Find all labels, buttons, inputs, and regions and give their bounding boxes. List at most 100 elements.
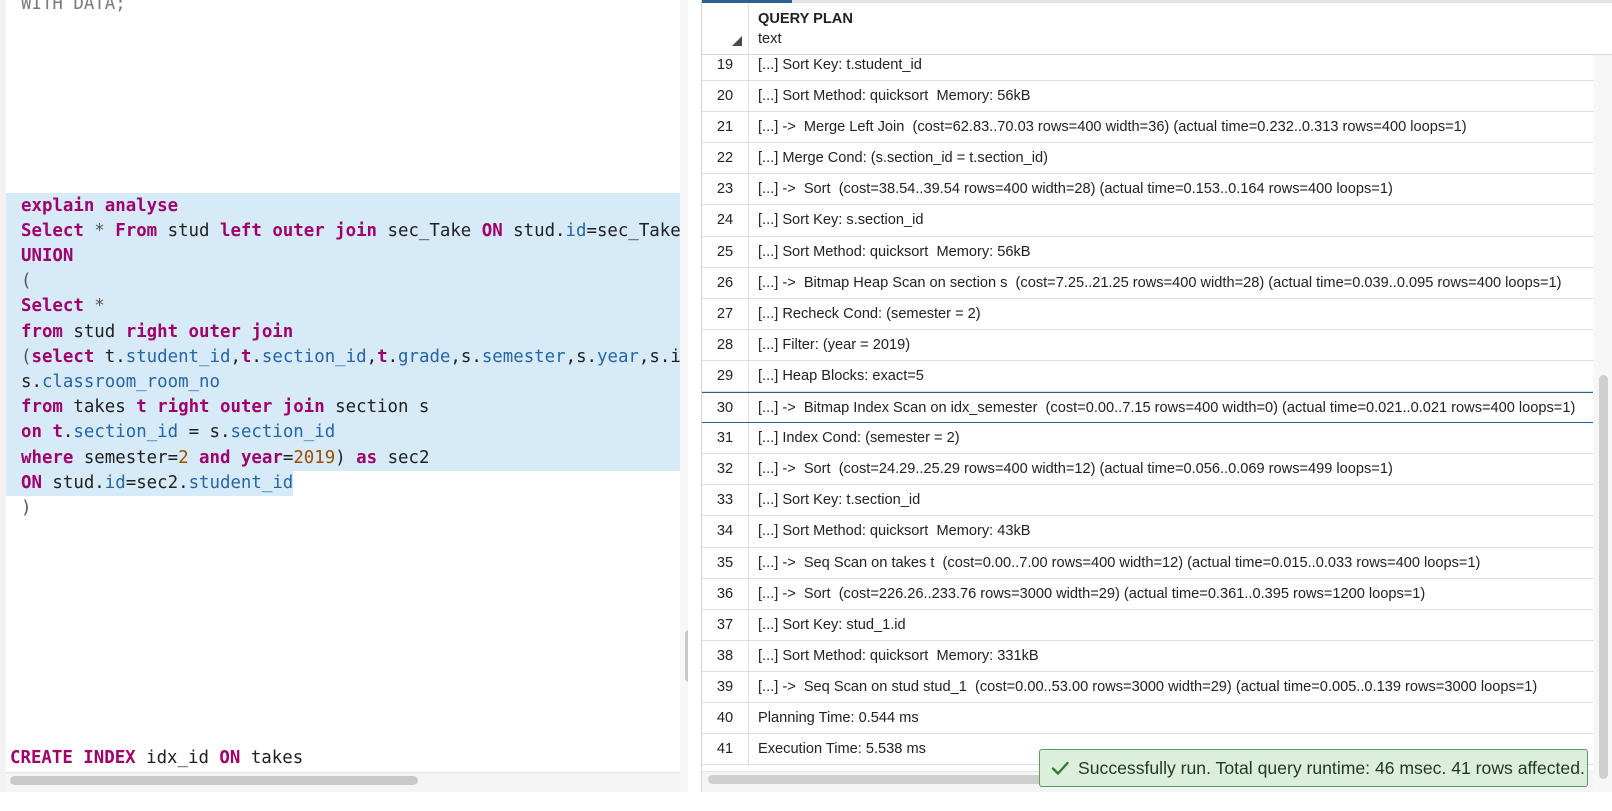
table-row[interactable]: 36 [...] -> Sort (cost=226.26..233.76 row… bbox=[702, 578, 1593, 610]
query-plan-cell[interactable]: [...] -> Bitmap Index Scan on idx_semest… bbox=[758, 393, 1575, 424]
row-number[interactable]: 39 bbox=[702, 671, 749, 702]
row-number[interactable]: 37 bbox=[702, 609, 749, 640]
table-row[interactable]: 28 [...] Filter: (year = 2019) bbox=[702, 329, 1593, 361]
row-number[interactable]: 23 bbox=[702, 174, 749, 205]
row-number[interactable]: 24 bbox=[702, 205, 749, 236]
grid-horizontal-scroll-thumb[interactable] bbox=[708, 775, 1048, 784]
row-number[interactable]: 21 bbox=[702, 112, 749, 143]
row-number[interactable]: 28 bbox=[702, 329, 749, 360]
query-plan-cell[interactable]: [...] Filter: (year = 2019) bbox=[758, 330, 910, 361]
code-line[interactable] bbox=[6, 167, 21, 193]
table-row[interactable]: 23 [...] -> Sort (cost=38.54..39.54 rows=… bbox=[702, 174, 1593, 206]
table-row[interactable]: 26 [...] -> Bitmap Heap Scan on section s… bbox=[702, 267, 1593, 299]
editor-vertical-scroll-thumb[interactable] bbox=[685, 630, 688, 682]
code-line[interactable]: on t.section_id = s.section_id bbox=[6, 419, 680, 446]
query-results-grid[interactable]: QUERY PLAN text 19 [...] Sort Key: t.stud… bbox=[701, 0, 1612, 792]
row-number[interactable]: 30 bbox=[702, 393, 749, 423]
query-plan-cell[interactable]: [...] Sort Key: t.student_id bbox=[758, 50, 922, 81]
table-row[interactable]: 22 [...] Merge Cond: (s.section_id = t.se… bbox=[702, 143, 1593, 175]
query-plan-cell[interactable]: [...] Index Cond: (semester = 2) bbox=[758, 423, 960, 454]
query-plan-cell[interactable]: [...] Sort Method: quicksort Memory: 56k… bbox=[758, 81, 1031, 112]
code-line[interactable]: Select * From stud left outer join sec_T… bbox=[6, 217, 680, 244]
query-plan-cell[interactable]: [...] -> Seq Scan on stud stud_1 (cost=0… bbox=[758, 672, 1537, 703]
row-number[interactable]: 22 bbox=[702, 143, 749, 174]
row-number[interactable]: 26 bbox=[702, 267, 749, 298]
code-line[interactable] bbox=[6, 41, 21, 67]
row-number[interactable]: 20 bbox=[702, 81, 749, 112]
query-plan-cell[interactable]: [...] Heap Blocks: exact=5 bbox=[758, 361, 924, 392]
query-plan-cell[interactable]: Planning Time: 0.544 ms bbox=[758, 703, 919, 734]
code-line[interactable]: Select * bbox=[6, 293, 680, 320]
row-number[interactable]: 25 bbox=[702, 236, 749, 267]
query-plan-cell[interactable]: [...] -> Sort (cost=226.26..233.76 rows=… bbox=[758, 579, 1425, 610]
row-number[interactable]: 36 bbox=[702, 578, 749, 609]
row-number[interactable]: 34 bbox=[702, 516, 749, 547]
query-plan-cell[interactable]: [...] Sort Key: stud_1.id bbox=[758, 610, 906, 641]
table-row[interactable]: 21 [...] -> Merge Left Join (cost=62.83..… bbox=[702, 112, 1593, 144]
row-number[interactable]: 38 bbox=[702, 640, 749, 671]
select-all-corner-icon[interactable] bbox=[732, 36, 742, 46]
grid-vertical-scroll-thumb[interactable] bbox=[1599, 375, 1608, 779]
table-row[interactable]: 30 [...] -> Bitmap Index Scan on idx_seme… bbox=[702, 392, 1593, 424]
code-line[interactable]: from takes t right outer join section s bbox=[6, 394, 680, 421]
table-row[interactable]: 39 [...] -> Seq Scan on stud stud_1 (cost… bbox=[702, 671, 1593, 703]
row-number[interactable]: 29 bbox=[702, 360, 749, 392]
row-number[interactable]: 19 bbox=[702, 50, 749, 81]
table-row[interactable]: 20 [...] Sort Method: quicksort Memory: 5… bbox=[702, 81, 1593, 113]
code-line[interactable] bbox=[6, 92, 21, 118]
table-row[interactable]: 32 [...] -> Sort (cost=24.29..25.29 rows=… bbox=[702, 454, 1593, 486]
code-line[interactable]: from stud right outer join bbox=[6, 318, 680, 345]
code-line[interactable]: ON stud.id=sec2.student_id bbox=[6, 469, 294, 496]
sql-code-area[interactable]: WITH DATA; explain analyse Select * From s… bbox=[0, 0, 680, 770]
sql-editor[interactable]: WITH DATA; explain analyse Select * From s… bbox=[0, 0, 688, 811]
code-line[interactable]: UNION bbox=[6, 243, 680, 269]
row-number[interactable]: 32 bbox=[702, 454, 749, 485]
query-plan-cell[interactable]: [...] Merge Cond: (s.section_id = t.sect… bbox=[758, 143, 1048, 174]
code-line-create-index[interactable]: CREATE INDEX idx_id ON takes bbox=[10, 748, 303, 768]
column-header[interactable]: QUERY PLAN text bbox=[702, 3, 1612, 55]
code-line[interactable] bbox=[6, 142, 21, 168]
table-row[interactable]: 24 [...] Sort Key: s.section_id bbox=[702, 205, 1593, 237]
code-line[interactable]: WITH DATA; bbox=[6, 0, 126, 17]
query-plan-cell[interactable]: [...] Sort Key: s.section_id bbox=[758, 205, 923, 236]
code-line[interactable] bbox=[6, 67, 21, 93]
table-row[interactable]: 38 [...] Sort Method: quicksort Memory: 3… bbox=[702, 640, 1593, 672]
table-row[interactable]: 34 [...] Sort Method: quicksort Memory: 4… bbox=[702, 516, 1593, 548]
query-plan-cell[interactable]: [...] -> Sort (cost=24.29..25.29 rows=40… bbox=[758, 454, 1393, 485]
query-plan-cell[interactable]: [...] Sort Method: quicksort Memory: 56k… bbox=[758, 237, 1031, 268]
row-number[interactable]: 40 bbox=[702, 702, 749, 734]
table-row[interactable]: 25 [...] Sort Method: quicksort Memory: 5… bbox=[702, 236, 1593, 268]
table-row[interactable]: 27 [...] Recheck Cond: (semester = 2) bbox=[702, 298, 1593, 330]
row-number[interactable]: 33 bbox=[702, 485, 749, 516]
query-plan-cell[interactable]: [...] Recheck Cond: (semester = 2) bbox=[758, 299, 981, 330]
code-line[interactable]: where semester=2 and year=2019) as sec2 bbox=[6, 444, 680, 471]
query-plan-cell[interactable]: [...] Sort Key: t.section_id bbox=[758, 485, 920, 516]
table-row[interactable]: 37 [...] Sort Key: stud_1.id bbox=[702, 609, 1593, 641]
code-line[interactable]: ( bbox=[6, 268, 680, 295]
row-number[interactable]: 35 bbox=[702, 547, 749, 578]
query-plan-cell[interactable]: [...] -> Merge Left Join (cost=62.83..70… bbox=[758, 112, 1467, 143]
query-plan-cell[interactable]: [...] -> Bitmap Heap Scan on section s (… bbox=[758, 268, 1562, 299]
editor-horizontal-scroll-thumb[interactable] bbox=[10, 776, 418, 785]
code-line[interactable]: ) bbox=[6, 495, 31, 521]
table-row[interactable]: 40 Planning Time: 0.544 ms bbox=[702, 702, 1593, 735]
code-line[interactable]: explain analyse bbox=[6, 192, 680, 219]
success-toast[interactable]: Successfully run. Total query runtime: 4… bbox=[1039, 749, 1588, 787]
row-number[interactable]: 41 bbox=[702, 734, 749, 765]
query-plan-cell[interactable]: Execution Time: 5.538 ms bbox=[758, 734, 926, 765]
query-plan-cell[interactable]: [...] -> Sort (cost=38.54..39.54 rows=40… bbox=[758, 174, 1393, 205]
table-row[interactable]: 31 [...] Index Cond: (semester = 2) bbox=[702, 423, 1593, 455]
row-number[interactable]: 31 bbox=[702, 423, 749, 454]
table-row[interactable]: 19 [...] Sort Key: t.student_id bbox=[702, 50, 1593, 82]
query-plan-cell[interactable]: [...] -> Seq Scan on takes t (cost=0.00.… bbox=[758, 548, 1480, 579]
query-plan-cell[interactable]: [...] Sort Method: quicksort Memory: 43k… bbox=[758, 516, 1031, 547]
code-line[interactable] bbox=[6, 117, 21, 143]
code-line[interactable] bbox=[6, 16, 21, 42]
table-row[interactable]: 35 [...] -> Seq Scan on takes t (cost=0.0… bbox=[702, 547, 1593, 579]
row-number[interactable]: 27 bbox=[702, 298, 749, 329]
query-plan-cell[interactable]: [...] Sort Method: quicksort Memory: 331… bbox=[758, 641, 1039, 672]
code-line[interactable]: (select t.student_id,t.section_id,t.grad… bbox=[6, 343, 680, 370]
table-row[interactable]: 33 [...] Sort Key: t.section_id bbox=[702, 485, 1593, 517]
column-title[interactable]: QUERY PLAN bbox=[758, 11, 853, 27]
code-line[interactable]: s.classroom_room_no bbox=[6, 369, 680, 395]
